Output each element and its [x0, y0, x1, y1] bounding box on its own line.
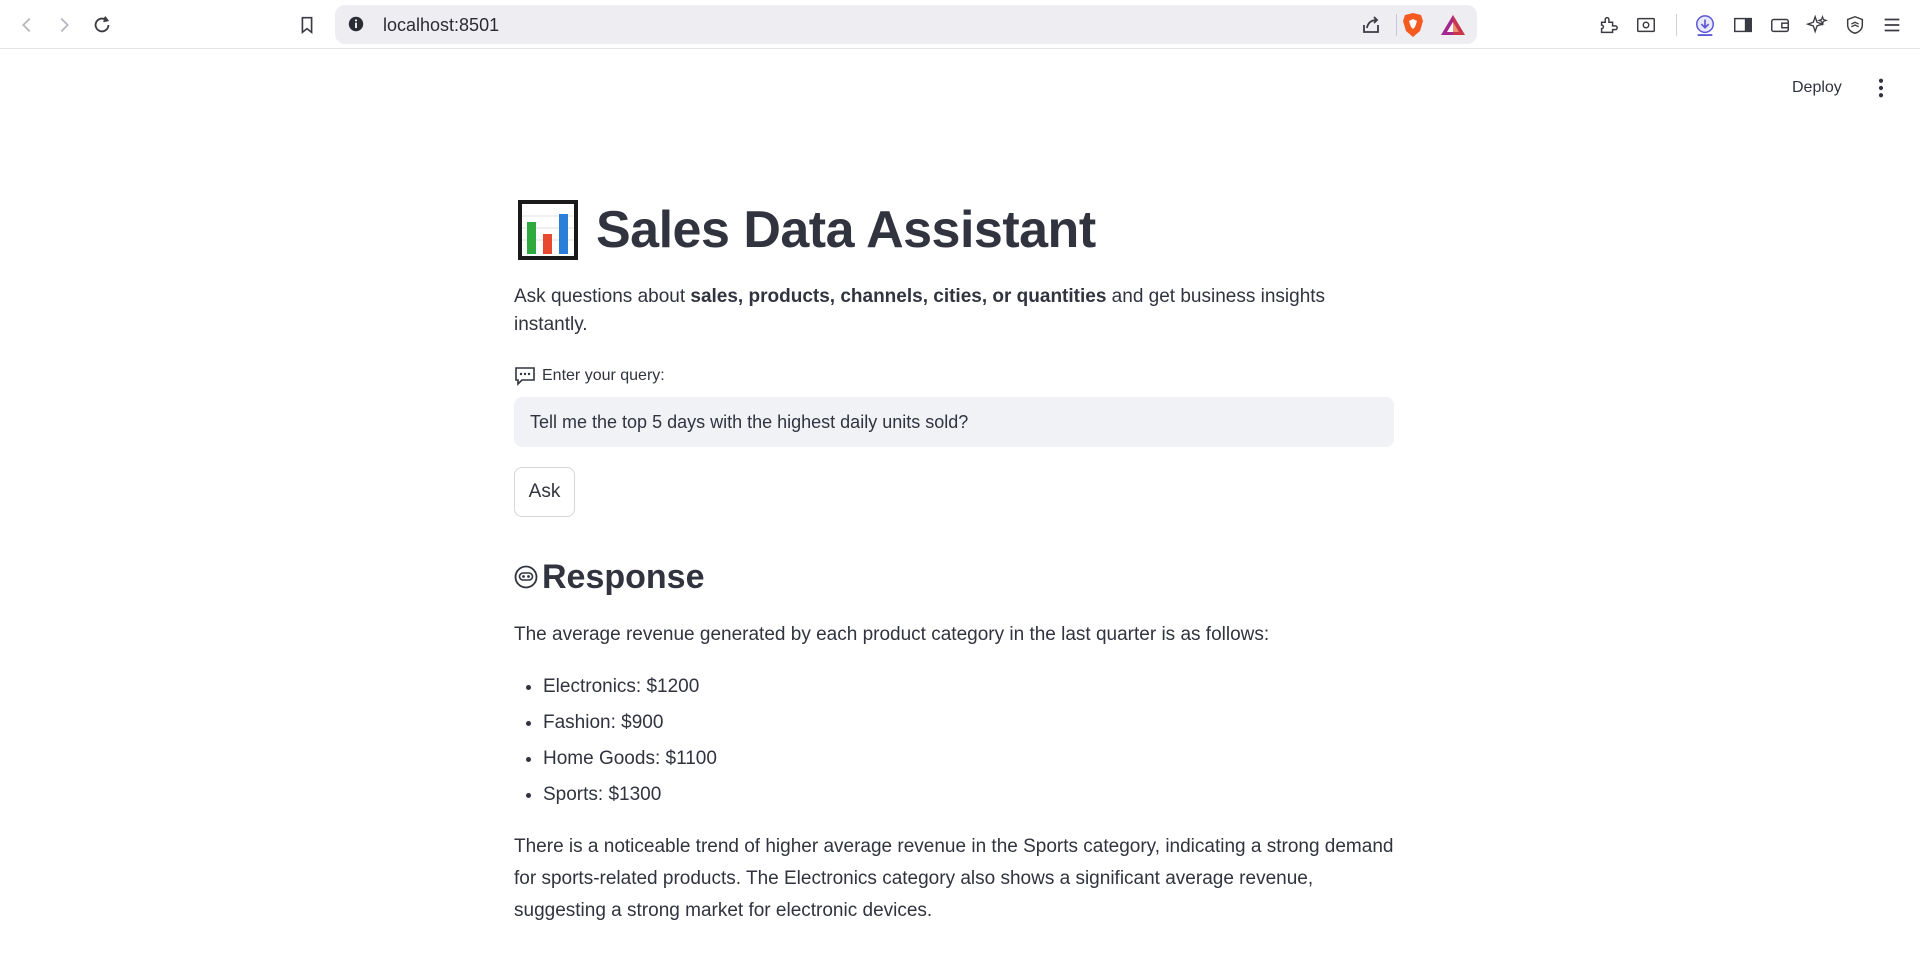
forward-icon[interactable]: [49, 10, 79, 40]
share-icon[interactable]: [1359, 13, 1383, 37]
list-item: Home Goods: $1100: [543, 741, 1394, 777]
query-input[interactable]: Tell me the top 5 days with the highest …: [514, 397, 1394, 447]
main-menu-icon[interactable]: [1866, 75, 1896, 101]
back-icon[interactable]: [12, 10, 42, 40]
query-label: Enter your query:: [514, 365, 1394, 387]
response-list: Electronics: $1200 Fashion: $900 Home Go…: [514, 669, 1394, 813]
vpn-icon[interactable]: [1840, 10, 1870, 40]
deploy-button[interactable]: Deploy: [1784, 70, 1850, 106]
query-input-value[interactable]: Tell me the top 5 days with the highest …: [530, 412, 968, 433]
description-bold-text: sales, products, channels, cities, or qu…: [690, 286, 1107, 307]
sidebar-icon[interactable]: [1728, 10, 1758, 40]
description-text: Ask questions about: [514, 286, 691, 307]
list-item: Sports: $1300: [543, 777, 1394, 813]
brave-shields-icon[interactable]: [1401, 12, 1425, 38]
bookmark-icon[interactable]: [292, 10, 322, 40]
wallet-icon[interactable]: [1765, 10, 1795, 40]
response-conclusion: There is a noticeable trend of higher av…: [514, 836, 1394, 921]
site-info-icon[interactable]: [346, 14, 366, 34]
speech-bubble-icon: [515, 367, 535, 386]
leo-ai-icon[interactable]: [1802, 10, 1832, 40]
ask-button[interactable]: Ask: [514, 467, 575, 517]
page-title: Sales Data Assistant: [514, 180, 1394, 280]
list-item: Electronics: $1200: [543, 669, 1394, 705]
address-bar[interactable]: localhost:8501: [335, 5, 1477, 44]
robot-icon: [514, 565, 538, 589]
page-description: Ask questions about sales, products, cha…: [514, 283, 1394, 339]
divider: [1396, 14, 1397, 36]
bar-chart-icon: [518, 200, 578, 260]
response-intro: The average revenue generated by each pr…: [514, 624, 1270, 645]
menu-icon[interactable]: [1877, 10, 1907, 40]
main-content: Sales Data Assistant Ask questions about…: [514, 180, 1394, 927]
response-heading: Response: [514, 555, 1394, 599]
query-label-text: Enter your query:: [542, 367, 665, 384]
screenshot-icon[interactable]: [1631, 10, 1661, 40]
reload-icon[interactable]: [87, 10, 117, 40]
extensions-icon[interactable]: [1593, 10, 1623, 40]
response-heading-text: Response: [542, 557, 705, 596]
page-title-text: Sales Data Assistant: [596, 201, 1096, 259]
list-item: Fashion: $900: [543, 705, 1394, 741]
downloads-icon[interactable]: [1690, 10, 1720, 40]
browser-toolbar: localhost:8501: [0, 0, 1920, 49]
url-text[interactable]: localhost:8501: [383, 15, 499, 36]
divider: [1676, 14, 1677, 36]
brave-rewards-icon[interactable]: [1439, 13, 1467, 37]
